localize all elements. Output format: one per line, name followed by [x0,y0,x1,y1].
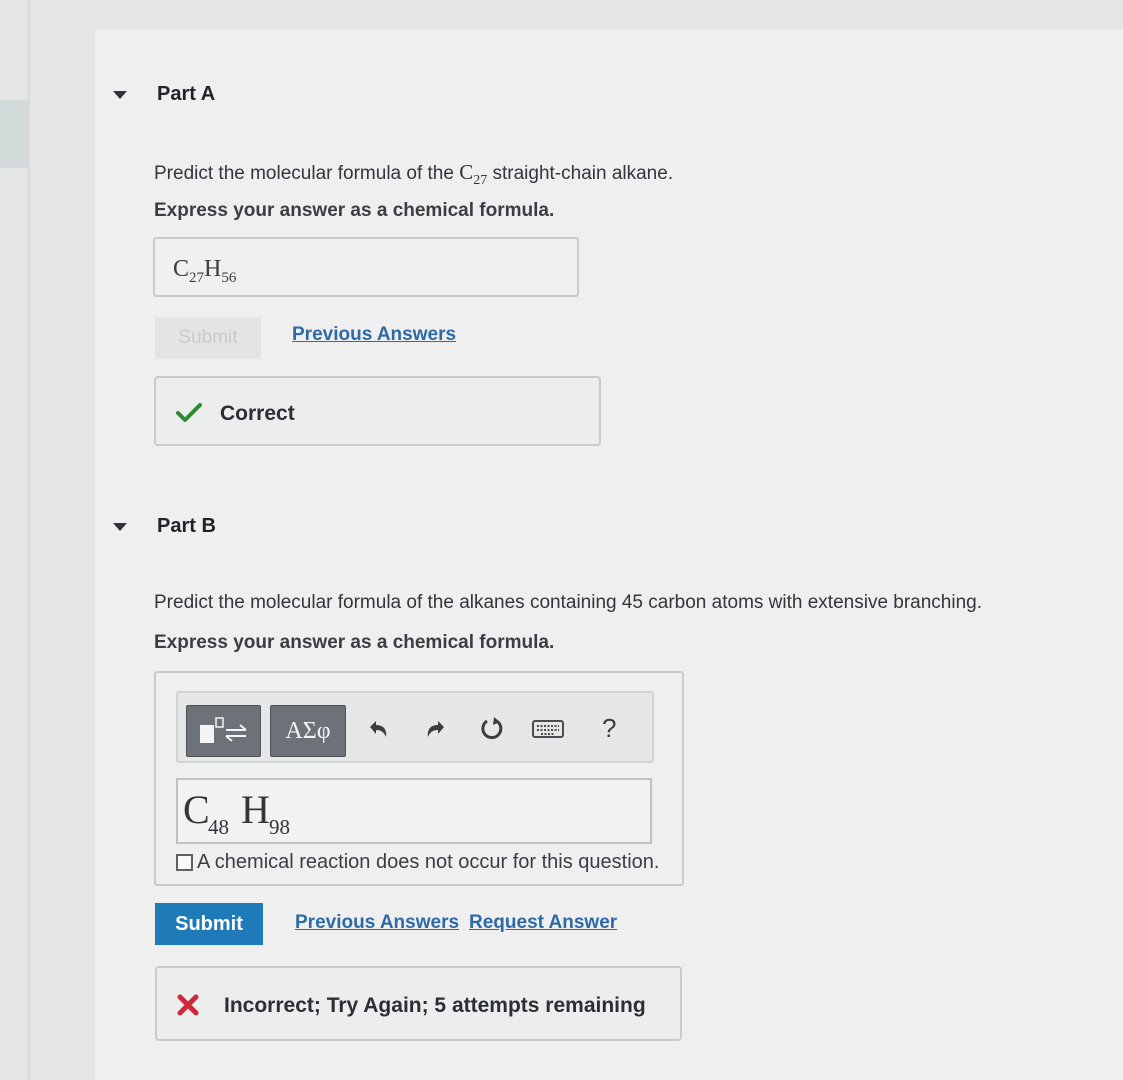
template-arrow-icon[interactable] [186,705,261,757]
part-a-question: Predict the molecular formula of the C27… [154,160,674,188]
answer-editor: ΑΣφ ? C 48 H 98 A chemical reaction does… [154,671,684,886]
collapse-caret-icon[interactable] [113,91,127,99]
left-divider [28,0,30,1080]
check-icon [176,403,202,422]
part-a-feedback: Correct [154,376,601,446]
part-b-feedback: Incorrect; Try Again; 5 attempts remaini… [155,966,682,1041]
feedback-text: Correct [220,402,295,425]
part-a-submit-button: Submit [155,317,261,359]
part-a-title[interactable]: Part A [157,83,215,106]
editor-toolbar: ΑΣφ ? [176,691,654,763]
reset-icon[interactable] [478,715,506,743]
keyboard-icon[interactable] [532,719,564,739]
part-b-instruction: Express your answer as a chemical formul… [154,632,555,653]
redo-icon[interactable] [422,717,448,741]
no-reaction-option[interactable]: A chemical reaction does not occur for t… [176,851,659,874]
part-a-instruction: Express your answer as a chemical formul… [154,200,555,221]
part-a-previous-answers-link[interactable]: Previous Answers [292,324,456,346]
undo-icon[interactable] [366,717,392,741]
help-icon[interactable]: ? [602,713,616,744]
x-mark-icon [177,994,199,1016]
part-a-answer-display: C27H56 [153,237,579,297]
request-answer-link[interactable]: Request Answer [469,912,617,934]
part-b-previous-answers-link[interactable]: Previous Answers [295,912,459,934]
left-accent-strip [0,100,28,168]
greek-symbols-button[interactable]: ΑΣφ [270,705,346,757]
formula-input[interactable]: C 48 H 98 [176,778,652,844]
no-reaction-checkbox[interactable] [176,854,193,871]
part-b-question: Predict the molecular formula of the alk… [154,592,983,613]
part-b-title[interactable]: Part B [157,515,216,538]
no-reaction-label: A chemical reaction does not occur for t… [197,851,660,873]
collapse-caret-icon[interactable] [113,523,127,531]
feedback-text: Incorrect; Try Again; 5 attempts remaini… [224,994,646,1017]
part-b-submit-button[interactable]: Submit [155,903,263,945]
